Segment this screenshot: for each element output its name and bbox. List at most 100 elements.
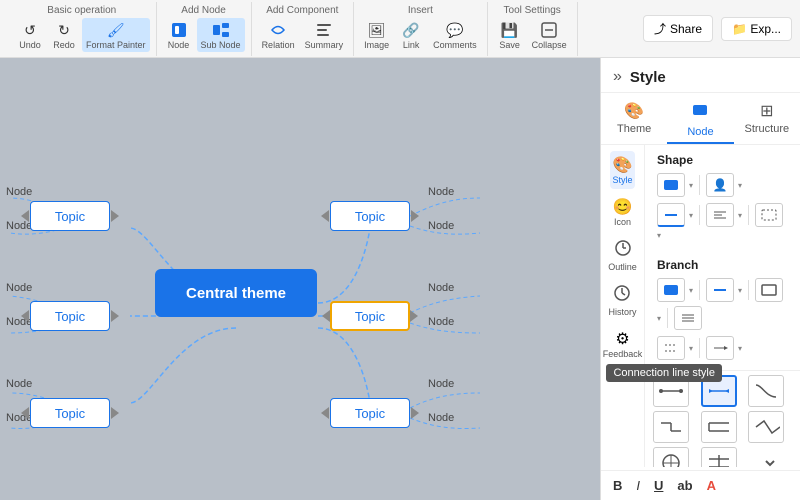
- shape-row-1: ▾ 👤 ▾: [657, 173, 788, 197]
- conn-style-3[interactable]: [748, 375, 784, 407]
- line-color-dot: ▾: [689, 211, 693, 220]
- basic-operation-label: Basic operation: [47, 5, 116, 16]
- arrow-right-ml: [111, 310, 119, 322]
- node-left-5: Node: [6, 378, 32, 390]
- arrow-right-tl: [111, 210, 119, 222]
- underline-button[interactable]: U: [650, 476, 667, 495]
- collapse-button[interactable]: Collapse: [528, 18, 571, 52]
- branch-arrow-btn[interactable]: [706, 336, 734, 360]
- topic-node-mid-left[interactable]: Topic: [30, 301, 110, 331]
- insert-buttons: 🖼 Image 🔗 Link 💬 Comments: [360, 18, 481, 52]
- share-button[interactable]: ⤴ Share: [643, 15, 713, 42]
- relation-button[interactable]: Relation: [258, 18, 299, 52]
- undo-button[interactable]: ↺ Undo: [14, 18, 46, 52]
- node-icon: [169, 20, 189, 40]
- subtab-feedback[interactable]: ⚙ Feedback: [601, 325, 645, 363]
- redo-button[interactable]: ↻ Redo: [48, 18, 80, 52]
- export-icon: 📁: [732, 22, 747, 36]
- conn-style-5[interactable]: [701, 411, 737, 443]
- node-tab-icon: [691, 101, 709, 124]
- sep1: [699, 175, 700, 195]
- topic-label-tl: Topic: [55, 209, 85, 224]
- sub-node-button[interactable]: Sub Node: [197, 18, 245, 52]
- node-right-4: Node: [428, 316, 454, 328]
- topic-node-bot-right[interactable]: Topic: [330, 398, 410, 428]
- branch-fill-dot: ▾: [689, 286, 693, 295]
- conn-style-4[interactable]: [653, 411, 689, 443]
- format-painter-button[interactable]: 🖌 Format Painter: [82, 18, 150, 52]
- panel-subtabs: 🎨 Style 😊 Icon Outline History ⚙: [601, 145, 645, 467]
- image-button[interactable]: 🖼 Image: [360, 18, 393, 52]
- central-theme-label: Central theme: [186, 285, 286, 302]
- strikethrough-button[interactable]: ab: [673, 476, 696, 495]
- topic-node-bot-left[interactable]: Topic: [30, 398, 110, 428]
- toolbar-group-basic: Basic operation ↺ Undo ↻ Redo 🖌 Format P…: [8, 2, 157, 56]
- topic-node-mid-right[interactable]: Topic: [330, 301, 410, 331]
- summary-label: Summary: [305, 40, 344, 50]
- shape-person-btn[interactable]: 👤: [706, 173, 734, 197]
- border-style-btn[interactable]: [755, 203, 783, 227]
- topic-node-top-right[interactable]: Topic: [330, 201, 410, 231]
- export-button[interactable]: 📁 Exp...: [721, 17, 792, 41]
- branch-fill-btn[interactable]: [657, 278, 685, 302]
- branch-rect-btn[interactable]: [755, 278, 783, 302]
- branch-section: Branch ▾ ▾ ▾: [645, 250, 800, 370]
- node-label: Node: [168, 40, 190, 50]
- summary-icon: [314, 20, 334, 40]
- bold-button[interactable]: B: [609, 476, 626, 495]
- save-label: Save: [499, 40, 520, 50]
- arrow-left-bl: [21, 407, 29, 419]
- summary-button[interactable]: Summary: [301, 18, 348, 52]
- outline-subtab-icon: [614, 239, 632, 262]
- subtab-style[interactable]: 🎨 Style: [610, 151, 634, 189]
- subtab-icon[interactable]: 😊 Icon: [611, 193, 635, 231]
- arrow-left-ml: [21, 310, 29, 322]
- align-left-btn[interactable]: [706, 203, 734, 227]
- tab-node[interactable]: Node: [667, 93, 733, 144]
- subtab-style-label: Style: [612, 175, 632, 185]
- tab-theme[interactable]: 🎨 Theme: [601, 93, 667, 144]
- color-button[interactable]: A: [703, 476, 720, 495]
- shape-section: Shape ▾ 👤 ▾ ▾: [645, 145, 800, 250]
- branch-row-1: ▾ ▾ ▾: [657, 278, 788, 330]
- conn-style-7[interactable]: [653, 447, 689, 467]
- save-button[interactable]: 💾 Save: [494, 18, 526, 52]
- toolbar-group-add-component: Add Component Relation Summary: [252, 2, 355, 56]
- image-label: Image: [364, 40, 389, 50]
- add-node-buttons: Node Sub Node: [163, 18, 245, 52]
- feedback-subtab-icon: ⚙: [615, 329, 629, 349]
- line-color-btn[interactable]: [657, 203, 685, 227]
- conn-grid-expand[interactable]: [748, 447, 792, 467]
- comments-button[interactable]: 💬 Comments: [429, 18, 481, 52]
- insert-label: Insert: [408, 5, 433, 16]
- node-button[interactable]: Node: [163, 18, 195, 52]
- branch-line-btn[interactable]: [706, 278, 734, 302]
- share-label: Share: [670, 22, 702, 36]
- sep5: [748, 280, 749, 300]
- conn-style-6[interactable]: [748, 411, 784, 443]
- conn-style-8[interactable]: [701, 447, 737, 467]
- panel-body: 🎨 Style 😊 Icon Outline History ⚙: [601, 145, 800, 467]
- branch-line-dot: ▾: [738, 286, 742, 295]
- shape-title: Shape: [657, 153, 788, 167]
- central-theme-node[interactable]: Central theme: [155, 269, 317, 317]
- sep6: [667, 308, 668, 328]
- tab-structure[interactable]: ⊞ Structure: [734, 93, 800, 144]
- subtab-outline[interactable]: Outline: [606, 235, 639, 276]
- branch-more-btn[interactable]: [674, 306, 702, 330]
- link-button[interactable]: 🔗 Link: [395, 18, 427, 52]
- subtab-outline-label: Outline: [608, 262, 637, 272]
- shape-fill-btn[interactable]: [657, 173, 685, 197]
- panel-chevron-icon[interactable]: »: [613, 68, 622, 86]
- node-right-6: Node: [428, 412, 454, 424]
- relation-icon: [268, 20, 288, 40]
- topic-label-ml: Topic: [55, 309, 85, 324]
- sep2: [699, 205, 700, 225]
- italic-button[interactable]: I: [632, 476, 644, 495]
- image-icon: 🖼: [367, 20, 387, 40]
- branch-conn-btn[interactable]: [657, 336, 685, 360]
- subtab-history[interactable]: History: [606, 280, 638, 321]
- topic-node-top-left[interactable]: Topic: [30, 201, 110, 231]
- style-panel: » Style 🎨 Theme Node ⊞ Structure 🎨 Style: [600, 58, 800, 500]
- arrow-right-tr: [411, 210, 419, 222]
